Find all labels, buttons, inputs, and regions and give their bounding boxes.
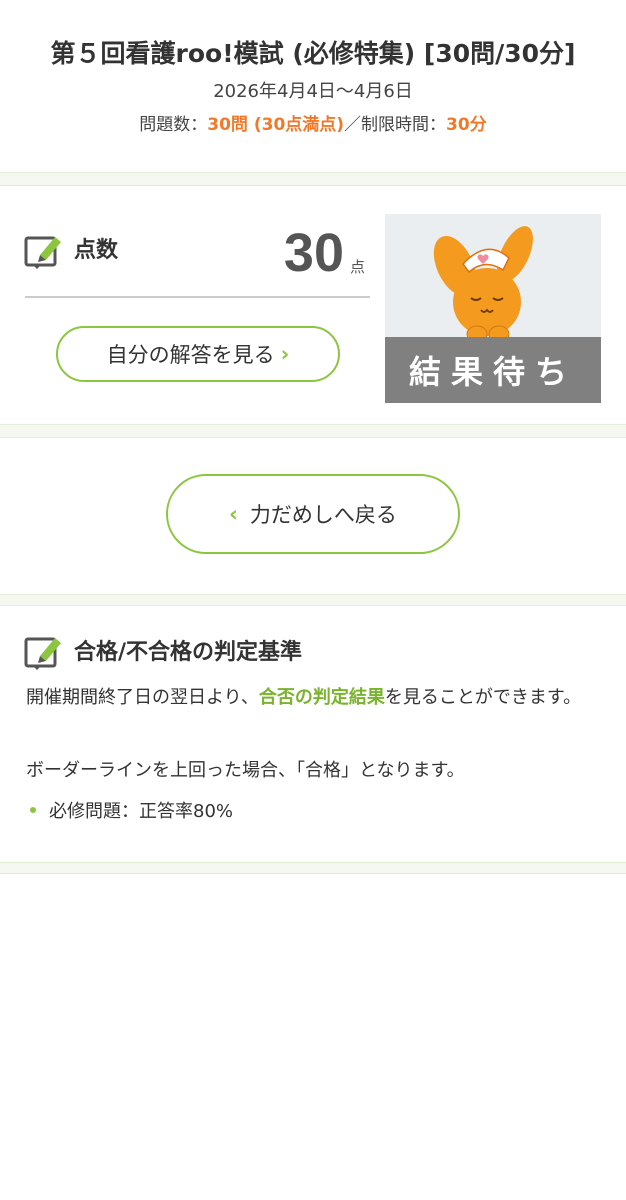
section-divider (0, 862, 626, 874)
score-label: 点数 (74, 238, 119, 263)
questions-value: 30問 (30点満点) (207, 115, 345, 135)
criteria-highlight: 合否の判定結果 (258, 687, 385, 708)
criteria-borderline: ボーダーラインを上回った場合、「合格」となります。 (26, 760, 465, 781)
edit-note-icon (24, 637, 61, 670)
meta-separator: ／ (344, 115, 362, 135)
score-unit: 点 (350, 258, 366, 276)
exam-period: 2026年4月4日〜4月6日 (213, 81, 413, 102)
exam-meta: 問題数：30問 (30点満点)／制限時間：30分 (0, 112, 626, 138)
section-divider (0, 172, 626, 186)
back-to-practice-label: 力だめしへ戻る (249, 503, 397, 527)
section-divider (0, 594, 626, 606)
criteria-item-text: 必修問題：正答率80% (49, 801, 234, 822)
score-divider (25, 296, 370, 298)
time-label: 制限時間： (361, 115, 447, 135)
criteria-description: 開催期間終了日の翌日より、合否の判定結果を見ることができます。 (26, 684, 606, 712)
view-my-answers-label: 自分の解答を見る (106, 343, 275, 367)
bullet-icon (30, 807, 36, 813)
view-my-answers-button[interactable]: 自分の解答を見る › (56, 326, 340, 382)
exam-title: 第５回看護roo!模試 (必修特集) [30問/30分] (50, 39, 576, 68)
questions-label: 問題数： (139, 115, 208, 135)
score-value: 30 (283, 223, 344, 283)
section-divider (0, 424, 626, 438)
time-value: 30分 (446, 115, 487, 135)
result-status-band: 結果待ち (385, 337, 601, 403)
back-to-practice-button[interactable]: ‹ 力だめしへ戻る (166, 474, 460, 554)
criteria-text-after: を見ることができます。 (384, 687, 582, 708)
criteria-list-item: 必修問題：正答率80% (30, 798, 233, 826)
criteria-title: 合格/不合格の判定基準 (74, 640, 303, 665)
chevron-right-icon: › (280, 342, 290, 366)
edit-note-icon (24, 236, 61, 269)
exam-header: 第５回看護roo!模試 (必修特集) [30問/30分] 2026年4月4日〜4… (0, 0, 626, 172)
nurse-dog-mascot (433, 226, 533, 343)
criteria-text-before: 開催期間終了日の翌日より、 (26, 687, 259, 708)
chevron-left-icon: ‹ (229, 502, 238, 526)
result-pending-panel: 結果待ち (385, 214, 601, 403)
